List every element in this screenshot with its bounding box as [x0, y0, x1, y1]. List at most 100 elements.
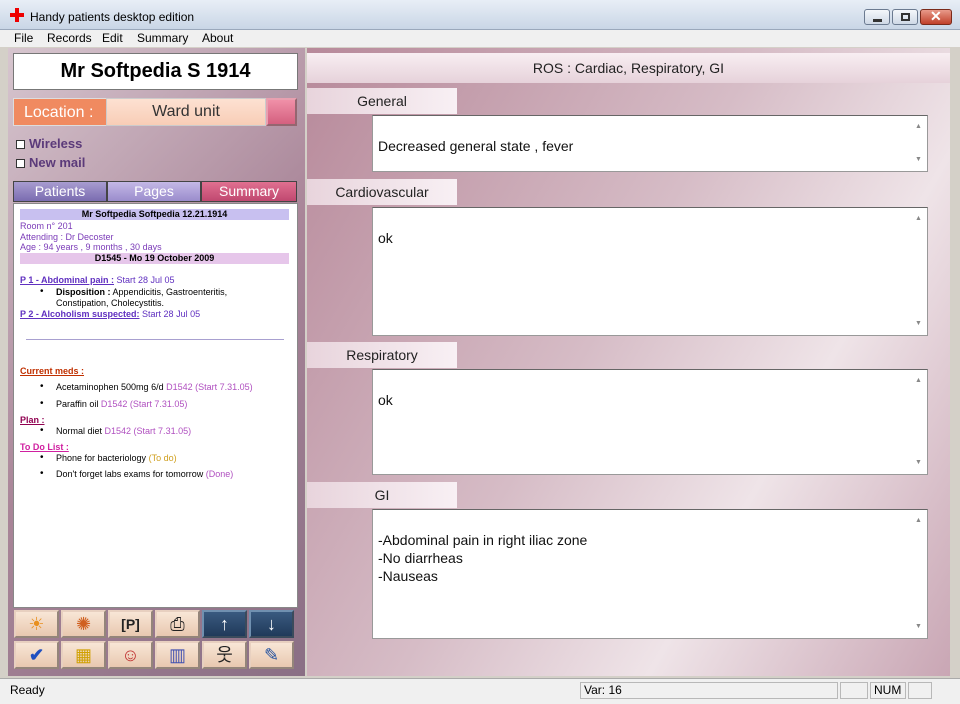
chart-button[interactable]: ▥: [155, 641, 200, 669]
tab-patients[interactable]: Patients: [13, 181, 107, 202]
scrollbar[interactable]: [913, 372, 925, 472]
todo-item: Don't forget labs exams for tomorrow (Do…: [40, 468, 233, 479]
med-item: Acetaminophen 500mg 6/d D1542 (Start 7.3…: [40, 381, 253, 392]
location-field[interactable]: Ward unit: [106, 98, 266, 126]
age-text: Age : 94 years , 9 months , 30 days: [20, 242, 162, 252]
cardiovascular-textarea[interactable]: ok: [372, 207, 928, 336]
attending-text: Attending : Dr Decoster: [20, 232, 114, 242]
problem-title: P 1 - Abdominal pain :: [20, 275, 115, 285]
todo-status: (To do): [148, 453, 177, 463]
menu-about[interactable]: About: [202, 31, 233, 45]
plan-ref: D1542 (Start 7.31.05): [104, 426, 192, 436]
location-button[interactable]: [266, 98, 297, 126]
red-cross-icon: [10, 8, 24, 22]
plan-item: Normal diet D1542 (Start 7.31.05): [40, 425, 192, 436]
page-title: ROS : Cardiac, Respiratory, GI: [307, 53, 950, 83]
plan-title: Plan :: [20, 415, 45, 425]
scrollbar[interactable]: [913, 118, 925, 169]
summary-header: Mr Softpedia Softpedia 12.21.1914: [20, 209, 289, 220]
room-text: Room n° 201: [20, 221, 73, 231]
tab-summary[interactable]: Summary: [201, 181, 297, 202]
scrollbar[interactable]: [913, 512, 925, 636]
med-name: Paraffin oil: [56, 399, 99, 409]
med-ref: D1542 (Start 7.31.05): [166, 382, 253, 392]
minimize-button[interactable]: [864, 9, 890, 25]
close-button[interactable]: ✕: [920, 8, 952, 25]
left-panel: Mr Softpedia S 1914 Location : Ward unit…: [8, 48, 305, 676]
disposition-text-2: Constipation, Cholecystitis.: [56, 298, 165, 308]
status-empty: [840, 682, 868, 699]
section-label-respiratory: Respiratory: [307, 342, 457, 368]
menu-bar: File Records Edit Summary About: [0, 30, 960, 47]
respiratory-textarea[interactable]: ok: [372, 369, 928, 475]
todo-item: Phone for bacteriology (To do): [40, 452, 177, 463]
notepad-button[interactable]: ✎: [249, 641, 294, 669]
chart-icon: ▥: [168, 645, 186, 665]
arrow-up-icon: ↑: [220, 614, 229, 634]
problem-item[interactable]: P 1 - Abdominal pain : Start 28 Jul 05: [20, 275, 175, 285]
respiratory-text: ok: [378, 392, 393, 408]
printer-icon: ⎙: [170, 614, 185, 634]
section-label-cardiovascular: Cardiovascular: [307, 179, 457, 205]
minimize-icon: [873, 19, 882, 22]
checkbox-icon: [16, 140, 25, 150]
visit-header: D1545 - Mo 19 October 2009: [20, 253, 289, 264]
disposition-label: Disposition :: [56, 287, 111, 297]
status-bar: Ready Var: 16 NUM: [0, 678, 960, 704]
section-label-gi: GI: [307, 482, 457, 508]
person-button[interactable]: ☺: [108, 641, 153, 669]
p-button[interactable]: [P]: [108, 610, 153, 638]
gi-text: -Abdominal pain in right iliac zone -No …: [378, 532, 588, 584]
meds-title: Current meds :: [20, 366, 85, 376]
tab-pages[interactable]: Pages: [107, 181, 201, 202]
cardiovascular-text: ok: [378, 230, 393, 246]
new-mail-checkbox[interactable]: New mail: [16, 155, 85, 170]
arrow-down-icon: ↓: [267, 614, 276, 634]
sun-page-button[interactable]: ✺: [61, 610, 106, 638]
maximize-icon: [901, 13, 910, 21]
print-button[interactable]: ⎙: [155, 610, 200, 638]
menu-summary[interactable]: Summary: [137, 31, 188, 45]
wireless-label: Wireless: [29, 136, 83, 151]
grid-button[interactable]: ▦: [61, 641, 106, 669]
menu-records[interactable]: Records: [47, 31, 92, 45]
checkmark-icon: ✔: [28, 645, 45, 665]
grid-icon: ▦: [74, 645, 92, 665]
todo-name: Don't forget labs exams for tomorrow: [56, 469, 204, 479]
move-up-button[interactable]: ↑: [202, 610, 247, 638]
general-textarea[interactable]: Decreased general state , fever: [372, 115, 928, 172]
divider: [26, 339, 284, 340]
status-ready: Ready: [10, 683, 45, 697]
med-item: Paraffin oil D1542 (Start 7.31.05): [40, 398, 188, 409]
move-down-button[interactable]: ↓: [249, 610, 294, 638]
todo-title: To Do List :: [20, 442, 69, 452]
sun-icon: ☀: [28, 614, 45, 634]
todo-name: Phone for bacteriology: [56, 453, 147, 463]
gi-textarea[interactable]: -Abdominal pain in right iliac zone -No …: [372, 509, 928, 639]
notepad-icon: ✎: [263, 645, 280, 665]
scrollbar[interactable]: [913, 210, 925, 333]
menu-edit[interactable]: Edit: [102, 31, 123, 45]
med-ref: D1542 (Start 7.31.05): [100, 399, 188, 409]
summary-view[interactable]: Mr Softpedia Softpedia 12.21.1914 Room n…: [13, 203, 298, 608]
problem-item[interactable]: P 2 - Alcoholism suspected: Start 28 Jul…: [20, 309, 200, 319]
problem-start: Start 28 Jul 05: [142, 309, 201, 319]
med-name: Acetaminophen 500mg 6/d: [56, 382, 164, 392]
problem-start: Start 28 Jul 05: [116, 275, 175, 285]
menu-file[interactable]: File: [14, 31, 33, 45]
sun-page-icon: ✺: [75, 614, 92, 634]
location-label: Location :: [13, 98, 107, 126]
patient-name: Mr Softpedia S 1914: [13, 53, 298, 90]
close-icon: ✕: [930, 8, 942, 24]
sun-button[interactable]: ☀: [14, 610, 59, 638]
new-mail-label: New mail: [29, 155, 86, 170]
id-person-button[interactable]: 웃: [202, 641, 247, 669]
maximize-button[interactable]: [892, 9, 918, 25]
wireless-checkbox[interactable]: Wireless: [16, 136, 82, 151]
check-button[interactable]: ✔: [14, 641, 59, 669]
status-var: Var: 16: [580, 682, 838, 699]
ros-panel: ROS : Cardiac, Respiratory, GI General D…: [307, 48, 950, 676]
disposition-text: Appendicitis, Gastroenteritis,: [112, 287, 228, 297]
general-text: Decreased general state , fever: [378, 138, 574, 154]
disposition-item: Disposition : Appendicitis, Gastroenteri…: [40, 286, 228, 297]
